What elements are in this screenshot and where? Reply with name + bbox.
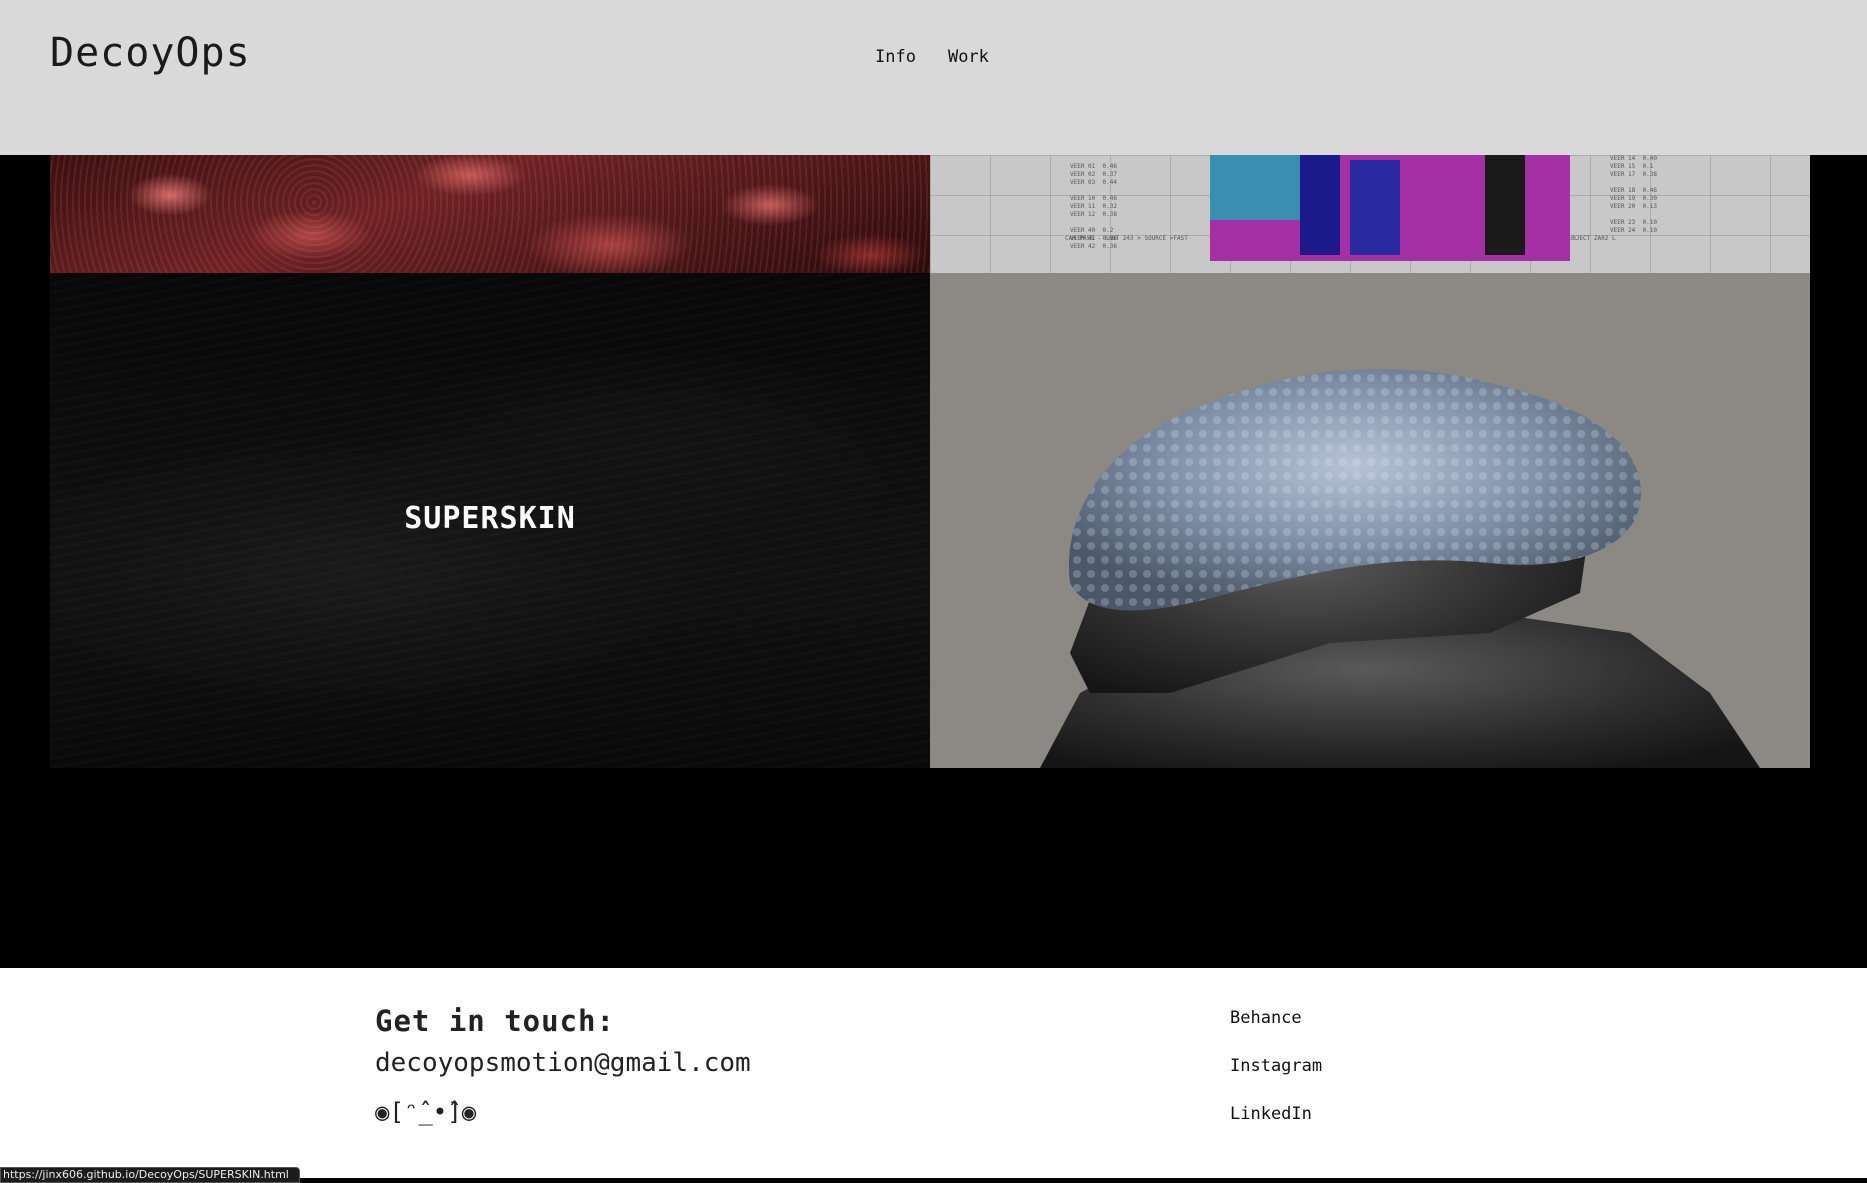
dark-render-block (1485, 155, 1525, 255)
sheet-caption-left: CAM PASS - SHOT 243 > SOURCE >FAST (1065, 235, 1188, 242)
project-tile-superskin[interactable]: SUPERSKIN (50, 273, 930, 768)
social-link-behance[interactable]: Behance (1230, 1008, 1322, 1028)
site-logo[interactable]: DecoyOps (50, 30, 251, 76)
site-header: DecoyOps Info Work (0, 0, 1867, 155)
project-tile-red-texture[interactable] (50, 155, 930, 273)
blue-render-block (1300, 155, 1340, 255)
site-footer: Get in touch: decoyopsmotion@gmail.com ◉… (0, 968, 1867, 1178)
main-nav: Info Work (875, 47, 989, 67)
mossy-rock-illustration (1040, 369, 1760, 768)
sheet-caption-right: SUBJECT ZA02 L (1565, 235, 1616, 242)
project-tile-mossy-rock[interactable] (930, 273, 1810, 768)
teal-render-block (1210, 155, 1300, 220)
project-title-superskin[interactable]: SUPERSKIN (50, 501, 930, 536)
social-links: Behance Instagram LinkedIn (1230, 1008, 1322, 1124)
contact-email-link[interactable]: decoyopsmotion@gmail.com (375, 1048, 751, 1078)
nav-link-info[interactable]: Info (875, 47, 916, 67)
nav-link-work[interactable]: Work (948, 47, 989, 67)
contact-heading: Get in touch: (375, 1004, 615, 1038)
social-link-instagram[interactable]: Instagram (1230, 1056, 1322, 1076)
social-link-linkedin[interactable]: LinkedIn (1230, 1104, 1322, 1124)
blue-render-block-2 (1350, 160, 1400, 255)
sheet-column-right: VEER 14 0.40 VEER 15 0.1 VEER 17 0.38 VE… (1610, 155, 1657, 234)
footer-emoticon: ◉[ᵔ̂_•̂]◉ (375, 1098, 477, 1126)
project-tile-technical-sheet[interactable]: VEER 01 0.46 VEER 02 0.37 VEER 03 0.44 V… (930, 155, 1810, 273)
browser-status-url: https://jinx606.github.io/DecoyOps/SUPER… (0, 1167, 300, 1183)
